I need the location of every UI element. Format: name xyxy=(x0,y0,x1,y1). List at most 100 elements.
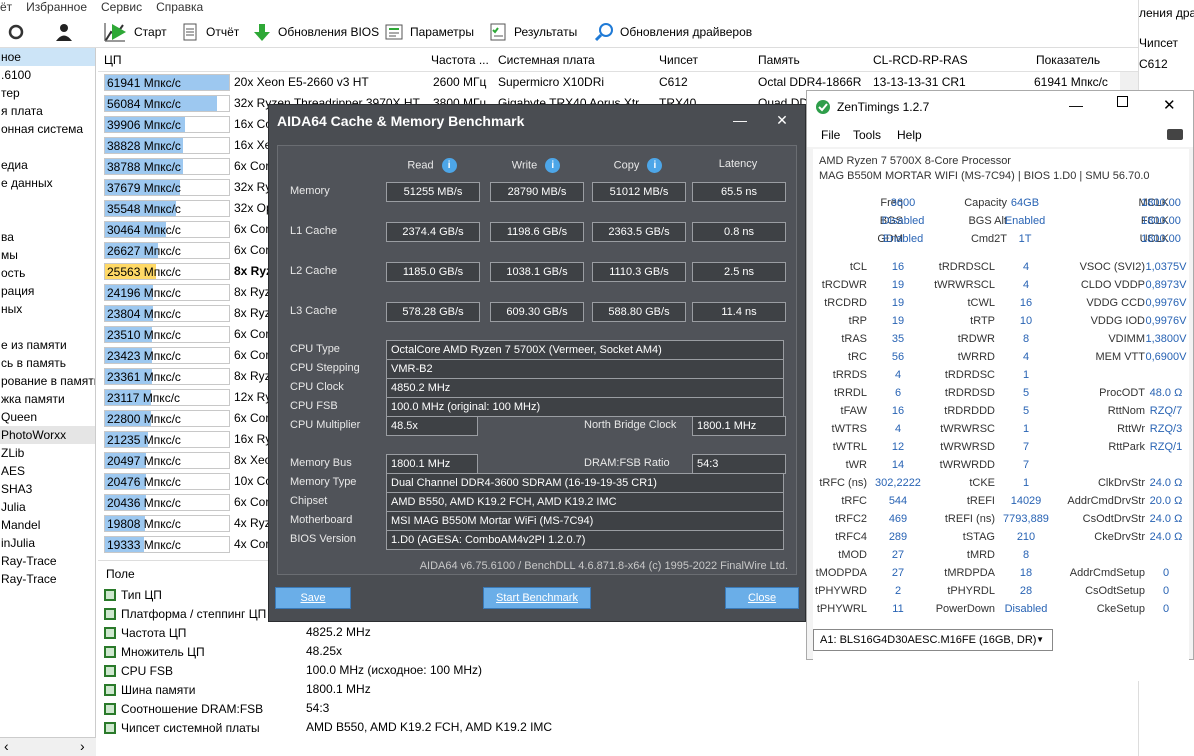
timing-value: 8 xyxy=(1022,549,1030,561)
info-icon[interactable]: i xyxy=(545,158,561,173)
col-freq[interactable]: Частота ... xyxy=(431,53,489,67)
dimm-select[interactable]: A1: BLS16G4D30AESC.M16FE (16GB, DR) ▼ xyxy=(813,629,1053,651)
toolbar-button[interactable]: Результаты xyxy=(488,20,577,44)
toolbar-button[interactable]: Параметры xyxy=(384,20,474,44)
menu-tools[interactable]: Tools xyxy=(853,128,881,142)
timing-value: 0,6900V xyxy=(1145,351,1187,363)
dram-ratio-label: DRAM:FSB Ratio xyxy=(584,457,670,469)
menu-file[interactable]: File xyxy=(821,128,840,142)
tree-item[interactable]: жка памяти xyxy=(0,390,95,408)
col-score[interactable]: Показатель xyxy=(1036,53,1100,67)
tree-item[interactable]: рация xyxy=(0,282,95,300)
tree-item[interactable]: едиа xyxy=(0,156,95,174)
timing-label: tRFC2 xyxy=(835,513,867,525)
report-icon xyxy=(180,22,200,42)
tree-item[interactable]: SHA3 xyxy=(0,480,95,498)
toolbar-button[interactable]: Обновления BIOS xyxy=(252,20,379,44)
user-icon[interactable] xyxy=(54,22,74,42)
tree-item[interactable]: Ray-Trace xyxy=(0,570,95,588)
timing-label: tWTRL xyxy=(832,441,867,453)
tree-item[interactable]: е данных xyxy=(0,174,95,192)
menu-help[interactable]: Help xyxy=(897,128,922,142)
property-icon xyxy=(104,683,116,696)
menu-item[interactable]: Справка xyxy=(156,0,203,14)
menu-item[interactable]: Сервис xyxy=(101,0,142,14)
info-icon[interactable]: i xyxy=(647,158,663,173)
tree-item[interactable]: рование в памяти xyxy=(0,372,95,390)
score-bar: 23804 Мпкс/с xyxy=(104,305,230,322)
tree-item[interactable]: inJulia xyxy=(0,534,95,552)
col-timings[interactable]: CL-RCD-RP-RAS xyxy=(873,53,968,67)
timing-value: Disabled xyxy=(1004,603,1048,615)
col-cpu[interactable]: ЦП xyxy=(104,53,122,67)
zen-maximize-icon[interactable] xyxy=(1117,96,1128,107)
zen-minimize-icon[interactable]: — xyxy=(1069,97,1083,113)
scroll-right-icon[interactable]: › xyxy=(80,738,85,754)
timing-label: tPHYRDL xyxy=(947,585,995,597)
cpu-name: 16x Xe xyxy=(234,138,272,152)
menu-item[interactable]: Избранное xyxy=(26,0,87,14)
tree-item[interactable] xyxy=(0,318,95,336)
tree-item[interactable]: ость xyxy=(0,264,95,282)
timing-value: RZQ/7 xyxy=(1149,405,1183,417)
col-board[interactable]: Системная плата xyxy=(498,53,595,67)
close-button[interactable]: Close xyxy=(725,587,799,609)
cpu-type-value: OctalCore AMD Ryzen 7 5700X (Vermeer, So… xyxy=(386,340,784,360)
zen-param-value: 1800.00 xyxy=(1141,215,1181,227)
timing-value: RZQ/1 xyxy=(1149,441,1183,453)
tree-item[interactable]: Julia xyxy=(0,498,95,516)
col-memory[interactable]: Память xyxy=(758,53,800,67)
info-icon[interactable]: i xyxy=(441,158,457,173)
timing-label: tCWL xyxy=(967,297,996,309)
tree-item[interactable]: ное xyxy=(0,48,95,66)
tree-item[interactable]: Ray-Trace xyxy=(0,552,95,570)
row-label: L2 Cache xyxy=(290,265,338,277)
scroll-left-icon[interactable]: ‹ xyxy=(4,738,9,754)
tree-item[interactable]: я плата xyxy=(0,102,95,120)
benchmark-value: 11.4 ns xyxy=(692,302,786,322)
close-window-button[interactable]: ✕ xyxy=(769,109,795,131)
tree-item[interactable]: ных xyxy=(0,300,95,318)
tree-item[interactable]: сь в память xyxy=(0,354,95,372)
tree-item[interactable]: Mandel xyxy=(0,516,95,534)
tree-scrollbar[interactable]: ‹ › xyxy=(0,737,96,756)
tree-item[interactable]: AES xyxy=(0,462,95,480)
toolbar-button[interactable]: Старт xyxy=(108,20,167,44)
score-bar: 26627 Мпкс/с xyxy=(104,242,230,259)
zen-param-value: Enabled xyxy=(882,233,924,245)
tree-item[interactable] xyxy=(0,210,95,228)
timing-label: tCL xyxy=(849,261,867,273)
menu-item[interactable]: ёт xyxy=(0,0,12,14)
tree-item[interactable]: PhotoWorxx xyxy=(0,426,95,444)
cpu-name: 32x Ry xyxy=(234,180,272,194)
tree-item[interactable]: мы xyxy=(0,246,95,264)
zen-close-icon[interactable]: ✕ xyxy=(1163,96,1176,114)
tree-item[interactable]: ва xyxy=(0,228,95,246)
timing-value: 12 xyxy=(891,441,905,453)
score-bar: 20497 Мпкс/с xyxy=(104,452,230,469)
tree-item[interactable]: Queen xyxy=(0,408,95,426)
score-value: 21235 Мпкс/с xyxy=(107,433,181,447)
minimize-button[interactable]: — xyxy=(727,109,753,131)
timing-cell: 13-13-13-31 CR1 xyxy=(873,75,966,89)
timing-label: tWRWRDD xyxy=(939,459,995,471)
tree-item[interactable] xyxy=(0,138,95,156)
tree-item[interactable]: е из памяти xyxy=(0,336,95,354)
screenshot-icon[interactable] xyxy=(1167,129,1183,140)
toolbar-button[interactable]: Отчёт xyxy=(180,20,239,44)
tree-item[interactable]: ZLib xyxy=(0,444,95,462)
start-benchmark-button[interactable]: Start Benchmark xyxy=(483,587,591,609)
toolbar-button[interactable]: Обновления драйверов xyxy=(594,20,752,44)
refresh-icon[interactable] xyxy=(6,22,26,42)
tree-item[interactable]: онная система xyxy=(0,120,95,138)
timing-value: 469 xyxy=(888,513,908,525)
timing-value: 1 xyxy=(1022,423,1030,435)
tree-item[interactable] xyxy=(0,192,95,210)
timing-label: tREFI xyxy=(966,495,995,507)
col-chipset[interactable]: Чипсет xyxy=(659,53,698,67)
tree-item[interactable]: тер xyxy=(0,84,95,102)
timing-value: 289 xyxy=(888,531,908,543)
tree-item[interactable]: .6100 xyxy=(0,66,95,84)
timing-label: tRRDL xyxy=(833,387,867,399)
save-button[interactable]: Save xyxy=(275,587,351,609)
